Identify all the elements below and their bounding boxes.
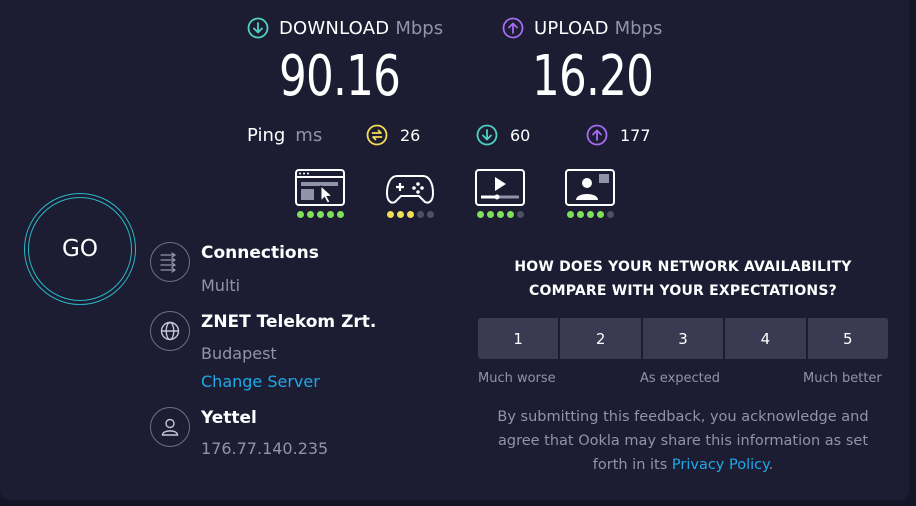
rating-option-4[interactable]: 4 bbox=[725, 318, 806, 359]
rating-dot bbox=[576, 211, 584, 218]
rating-dot bbox=[396, 211, 404, 218]
provider-name: Yettel bbox=[201, 408, 257, 428]
rating-dot bbox=[336, 211, 344, 218]
rating-option-3[interactable]: 3 bbox=[642, 318, 724, 359]
user-icon bbox=[161, 418, 179, 436]
survey-disclaimer: By submitting this feedback, you acknowl… bbox=[478, 405, 888, 477]
disclaimer-suffix: . bbox=[768, 457, 774, 473]
server-location: Budapest bbox=[201, 344, 277, 363]
download-unit: Mbps bbox=[395, 17, 444, 39]
rating-dot bbox=[496, 211, 504, 218]
app-video-chat[interactable] bbox=[565, 169, 615, 218]
rating-dot bbox=[426, 211, 434, 218]
rating-dot bbox=[606, 211, 614, 218]
connections-icon bbox=[160, 252, 177, 273]
scale-mid-label: As expected bbox=[640, 371, 721, 386]
rating-dot bbox=[406, 211, 414, 218]
upload-metric: UPLOAD Mbps 16.20 bbox=[502, 14, 663, 109]
idle-ping-value: 26 bbox=[400, 125, 421, 145]
rating-dot bbox=[386, 211, 394, 218]
video-chat-icon bbox=[565, 169, 615, 206]
rating-dot bbox=[306, 211, 314, 218]
ping-unit: ms bbox=[295, 124, 323, 146]
rating-scale: 1 2 3 4 5 bbox=[478, 318, 889, 359]
user-icon-wrap bbox=[150, 407, 190, 447]
go-button[interactable]: GO bbox=[24, 193, 136, 305]
rating-dot bbox=[566, 211, 574, 218]
disclaimer-line3: forth in its Privacy Policy. bbox=[478, 453, 888, 477]
download-ping: 60 bbox=[476, 122, 530, 148]
download-ping-value: 60 bbox=[510, 125, 531, 145]
upload-label: UPLOAD bbox=[534, 17, 609, 39]
privacy-policy-link[interactable]: Privacy Policy bbox=[672, 457, 769, 473]
connections-title: Connections bbox=[201, 243, 319, 263]
download-metric: DOWNLOAD Mbps 90.16 bbox=[247, 14, 444, 109]
gaming-icon bbox=[385, 175, 435, 204]
results-panel: DOWNLOAD Mbps 90.16 UPLOAD Mbps 16.20 Pi… bbox=[0, 0, 909, 500]
download-label: DOWNLOAD bbox=[279, 17, 390, 39]
video-streaming-icon bbox=[475, 169, 525, 206]
survey-question-line2: COMPARE WITH YOUR EXPECTATIONS? bbox=[529, 283, 837, 299]
globe-icon bbox=[160, 321, 180, 341]
connections-icon-wrap bbox=[150, 242, 190, 282]
connections-value: Multi bbox=[201, 276, 241, 295]
survey-question: HOW DOES YOUR NETWORK AVAILABILITY COMPA… bbox=[478, 255, 888, 303]
disclaimer-line3-prefix: forth in its bbox=[592, 457, 668, 473]
web-browsing-icon bbox=[295, 169, 345, 206]
rating-dot bbox=[296, 211, 304, 218]
rating-option-1[interactable]: 1 bbox=[478, 318, 559, 359]
app-rating-dots bbox=[565, 211, 615, 218]
upload-ping-value: 177 bbox=[620, 125, 651, 145]
rating-dot bbox=[596, 211, 604, 218]
rating-dot bbox=[326, 211, 334, 218]
rating-dot bbox=[486, 211, 494, 218]
upload-circle-icon bbox=[502, 17, 524, 39]
download-value: 90.16 bbox=[279, 44, 401, 109]
scale-low-label: Much worse bbox=[478, 371, 556, 386]
rating-dot bbox=[476, 211, 484, 218]
globe-icon-wrap bbox=[150, 311, 190, 351]
app-gaming[interactable] bbox=[385, 169, 435, 218]
app-rating-dots bbox=[475, 211, 525, 218]
go-button-label: GO bbox=[28, 197, 132, 301]
ping-label: Ping bbox=[247, 124, 286, 146]
app-video-streaming[interactable] bbox=[475, 169, 525, 218]
server-name: ZNET Telekom Zrt. bbox=[201, 312, 377, 332]
download-ping-icon bbox=[476, 124, 498, 146]
idle-ping: 26 bbox=[366, 122, 420, 148]
scale-high-label: Much better bbox=[803, 371, 882, 386]
rating-option-2[interactable]: 2 bbox=[560, 318, 641, 359]
disclaimer-line1: By submitting this feedback, you acknowl… bbox=[497, 409, 869, 425]
rating-option-5[interactable]: 5 bbox=[807, 318, 889, 359]
idle-ping-icon bbox=[366, 124, 388, 146]
rating-dot bbox=[416, 211, 424, 218]
app-rating-dots bbox=[385, 211, 435, 218]
disclaimer-line2: agree that Ookla may share this informat… bbox=[497, 433, 869, 449]
change-server-link[interactable]: Change Server bbox=[201, 372, 320, 391]
upload-ping: 177 bbox=[586, 122, 651, 148]
app-web-browsing[interactable] bbox=[295, 169, 345, 218]
upload-ping-icon bbox=[586, 124, 608, 146]
download-circle-icon bbox=[247, 17, 269, 39]
upload-unit: Mbps bbox=[614, 17, 663, 39]
rating-dot bbox=[316, 211, 324, 218]
rating-dot bbox=[506, 211, 514, 218]
app-rating-dots bbox=[295, 211, 345, 218]
rating-dot bbox=[516, 211, 524, 218]
survey-question-line1: HOW DOES YOUR NETWORK AVAILABILITY bbox=[514, 259, 852, 275]
rating-dot bbox=[586, 211, 594, 218]
upload-value: 16.20 bbox=[532, 44, 654, 109]
provider-ip: 176.77.140.235 bbox=[201, 439, 329, 458]
ping-row: Ping ms bbox=[247, 122, 322, 148]
